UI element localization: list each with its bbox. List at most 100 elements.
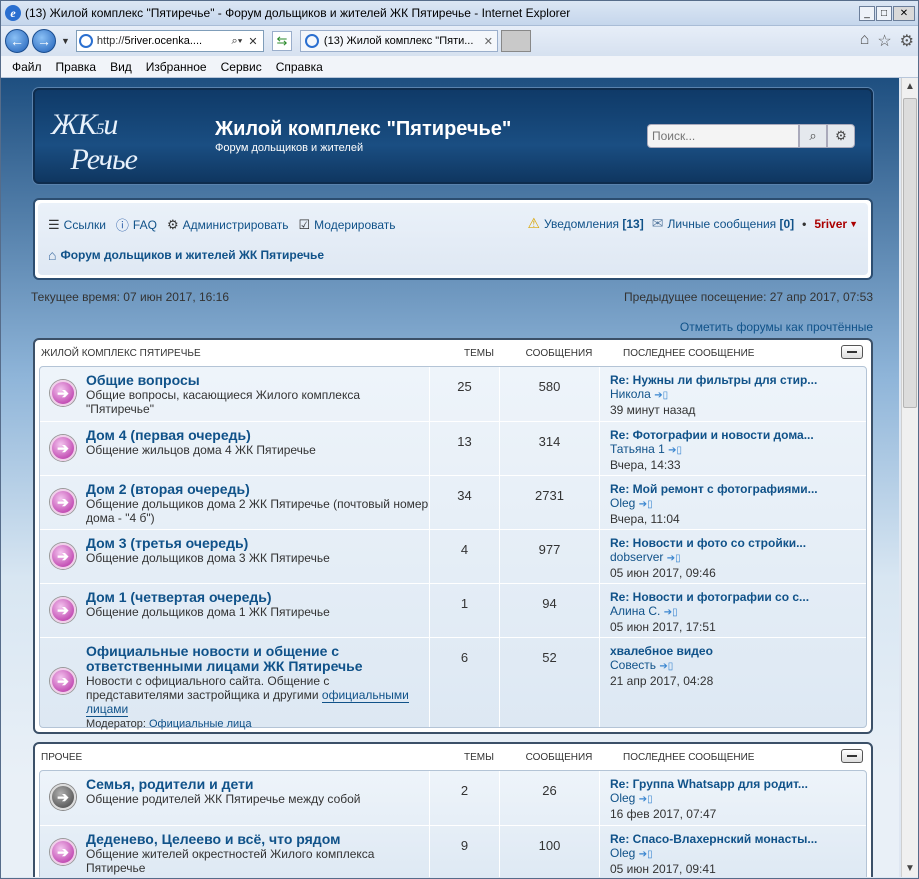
last-post-title[interactable]: Re: Мой ремонт с фотографиями...	[610, 482, 834, 496]
last-post-author[interactable]: Совесть	[610, 658, 656, 672]
forum-category: ПРОЧЕЕ ТЕМЫ СООБЩЕНИЯ ПОСЛЕДНЕЕ СООБЩЕНИ…	[33, 742, 873, 877]
last-post-title[interactable]: Re: Нужны ли фильтры для стир...	[610, 373, 834, 387]
forum-title[interactable]: Семья, родители и дети	[86, 777, 429, 792]
browser-tab[interactable]: (13) Жилой комплекс "Пяти... ✕	[299, 30, 498, 52]
goto-post-icon[interactable]: ➔▯	[659, 661, 673, 672]
last-post-author[interactable]: Oleg	[610, 846, 635, 860]
favorites-star-icon[interactable]: ☆	[877, 31, 891, 51]
last-post-title[interactable]: Re: Новости и фотографии со с...	[610, 590, 834, 604]
forward-button[interactable]: →	[32, 29, 56, 53]
links-menu[interactable]: ☰ Ссылки	[48, 217, 106, 233]
notifications-link[interactable]: ⚠ Уведомления [13]	[527, 215, 643, 232]
last-post-title[interactable]: Re: Фотографии и новости дома...	[610, 428, 834, 442]
last-post-author[interactable]: Никола	[610, 387, 651, 401]
site-header: ЖК5и Речье Жилой комплекс "Пятиречье" Фо…	[33, 88, 873, 184]
scroll-thumb[interactable]	[903, 98, 917, 408]
scroll-up-icon[interactable]: ▲	[902, 78, 918, 95]
forum-unread-icon[interactable]: ➔	[50, 380, 76, 406]
topics-count: 9	[430, 826, 500, 877]
user-menu[interactable]: 5river ▼	[814, 217, 858, 231]
goto-post-icon[interactable]: ➔▯	[639, 794, 653, 805]
goto-post-icon[interactable]: ➔▯	[664, 607, 678, 618]
collapse-button[interactable]	[841, 345, 863, 359]
home-icon[interactable]: ⌂	[860, 31, 870, 51]
forum-title[interactable]: Дом 2 (вторая очередь)	[86, 482, 429, 497]
search-icon[interactable]: ⌕	[799, 124, 827, 148]
menu-edit[interactable]: Правка	[49, 60, 104, 74]
col-last-post: ПОСЛЕДНЕЕ СООБЩЕНИЕ	[623, 751, 755, 763]
menu-file[interactable]: Файл	[5, 60, 49, 74]
title-bar: e (13) Жилой комплекс "Пятиречье" - Фору…	[1, 1, 918, 26]
last-post-author[interactable]: Oleg	[610, 496, 635, 510]
scroll-down-icon[interactable]: ▼	[902, 860, 918, 877]
forum-unread-icon[interactable]: ➔	[50, 489, 76, 515]
admin-gear-icon: ⚙	[166, 216, 179, 232]
menu-help[interactable]: Справка	[269, 60, 330, 74]
forum-unread-icon[interactable]: ➔	[50, 543, 76, 569]
forum-unread-icon[interactable]: ➔	[50, 597, 76, 623]
menu-favorites[interactable]: Избранное	[139, 60, 214, 74]
last-post-author[interactable]: Татьяна 1	[610, 442, 665, 456]
goto-post-icon[interactable]: ➔▯	[654, 390, 668, 401]
advanced-search-gear-icon[interactable]: ⚙	[827, 124, 855, 148]
new-tab-button[interactable]	[500, 30, 531, 52]
menu-view[interactable]: Вид	[103, 60, 139, 74]
address-bar[interactable]: http://5river.ocenka.... ⌕▾ ✕	[75, 30, 264, 52]
goto-post-icon[interactable]: ➔▯	[639, 849, 653, 860]
forum-unread-icon[interactable]: ➔	[50, 435, 76, 461]
tab-close-icon[interactable]: ✕	[484, 35, 493, 48]
forum-title[interactable]: Дом 3 (третья очередь)	[86, 536, 429, 551]
forum-unread-icon[interactable]: ➔	[50, 668, 76, 694]
last-post-title[interactable]: Re: Новости и фото со стройки...	[610, 536, 834, 550]
back-button[interactable]: ←	[5, 29, 29, 53]
goto-post-icon[interactable]: ➔▯	[668, 445, 682, 456]
history-dropdown-icon[interactable]: ▼	[61, 36, 70, 46]
category-name[interactable]: ЖИЛОЙ КОМПЛЕКС ПЯТИРЕЧЬЕ	[39, 348, 449, 359]
posts-count: 314	[500, 422, 600, 475]
forum-unread-icon[interactable]: ➔	[50, 839, 76, 865]
compat-view-icon[interactable]: ⇆	[271, 31, 292, 51]
collapse-button[interactable]	[841, 749, 863, 763]
goto-post-icon[interactable]: ➔▯	[639, 499, 653, 510]
forum-title[interactable]: Дом 1 (четвертая очередь)	[86, 590, 429, 605]
last-post-title[interactable]: Re: Группа Whatsapp для родит...	[610, 777, 834, 791]
vertical-scrollbar[interactable]: ▲ ▼	[901, 78, 918, 877]
forum-title[interactable]: Деденево, Целеево и всё, что рядом	[86, 832, 429, 847]
site-logo[interactable]: ЖК5и Речье	[51, 110, 138, 175]
forum-title[interactable]: Дом 4 (первая очередь)	[86, 428, 429, 443]
pm-link[interactable]: ✉ Личные сообщения [0]	[652, 215, 794, 232]
col-posts: СООБЩЕНИЯ	[525, 347, 593, 359]
minimize-button[interactable]: _	[859, 5, 875, 21]
current-time: Текущее время: 07 июн 2017, 16:16	[31, 290, 230, 304]
faq-link[interactable]: ⓘ FAQ	[116, 215, 157, 234]
reload-small-icon[interactable]: ✕	[245, 35, 261, 48]
goto-post-icon[interactable]: ➔▯	[667, 553, 681, 564]
moderator-link[interactable]: Официальные лица	[149, 718, 252, 730]
breadcrumb[interactable]: ⌂ Форум дольщиков и жителей ЖК Пятиречье	[48, 247, 324, 263]
moderate-link[interactable]: ☑ Модерировать	[299, 217, 396, 233]
category-name[interactable]: ПРОЧЕЕ	[39, 752, 449, 763]
search-input[interactable]	[647, 124, 799, 148]
last-post-title[interactable]: Re: Спасо-Влахернский монасты...	[610, 832, 834, 846]
forum-row: ➔ Дом 1 (четвертая очередь) Общение дольщ…	[40, 583, 866, 637]
last-post-author[interactable]: dobserver	[610, 550, 663, 564]
forum-title[interactable]: Общие вопросы	[86, 373, 429, 388]
close-button[interactable]: ✕	[893, 5, 915, 21]
admin-link[interactable]: ⚙ Администрировать	[167, 217, 289, 233]
site-title[interactable]: Жилой комплекс "Пятиречье"	[215, 118, 511, 141]
maximize-button[interactable]: □	[876, 5, 892, 21]
posts-count: 977	[500, 530, 600, 583]
last-post-title[interactable]: хвалебное видео	[610, 644, 834, 658]
menu-tools[interactable]: Сервис	[214, 60, 269, 74]
col-topics: ТЕМЫ	[464, 347, 494, 359]
last-post-author[interactable]: Oleg	[610, 791, 635, 805]
forum-read-icon[interactable]: ➔	[50, 784, 76, 810]
forum-row: ➔ Семья, родители и дети Общение родителе…	[40, 771, 866, 825]
mark-read-link[interactable]: Отметить форумы как прочтённые	[680, 320, 873, 334]
tools-gear-icon[interactable]: ⚙	[900, 31, 914, 51]
hamburger-icon: ☰	[48, 216, 60, 232]
address-url[interactable]: http://5river.ocenka....	[97, 35, 229, 47]
forum-title[interactable]: Официальные новости и общение с ответств…	[86, 644, 429, 674]
last-post-author[interactable]: Алина С.	[610, 604, 660, 618]
search-dropdown-icon[interactable]: ⌕▾	[229, 35, 245, 48]
